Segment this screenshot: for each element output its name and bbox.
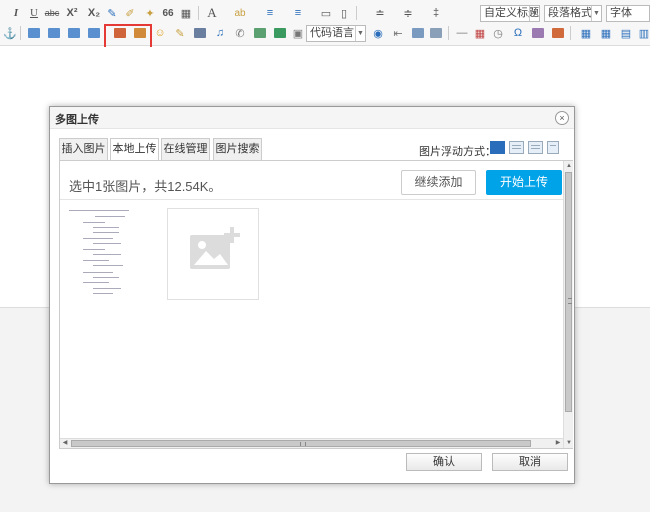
toolbar-row-2: ⚓ ☺ ✎ ♫ ✆ ▣ 代码语言 ▼ ◉ ⇤ — ▦ ◷ Ω ▦ ▦ ▤ ▥ <box>0 23 650 45</box>
format-painter-icon[interactable]: ✐ <box>122 5 138 21</box>
toolbar-row-1: I U abc X² X₂ ✎ ✐ ✦ 66 ▦ A ab ≡ ≡ ▭ ▯ ≐ … <box>0 3 650 25</box>
row-spacing-top-icon[interactable]: ≐ <box>372 5 388 21</box>
scroll-down-icon[interactable]: ▼ <box>564 438 574 448</box>
blockquote-icon[interactable]: 66 <box>160 5 176 21</box>
autotypeset-icon[interactable]: ✦ <box>142 5 158 21</box>
emotion-icon[interactable]: ☺ <box>152 25 168 41</box>
float-center-icon[interactable] <box>547 141 559 154</box>
insert-frame-icon[interactable]: ▣ <box>290 25 306 41</box>
underline-icon[interactable]: U <box>26 5 42 21</box>
toolbar-separator <box>20 26 21 40</box>
tab-image-search[interactable]: 图片搜索 <box>213 138 262 161</box>
float-left-icon[interactable] <box>509 141 524 154</box>
chevron-down-icon: ▼ <box>529 6 539 21</box>
superscript-icon[interactable]: X² <box>64 5 80 21</box>
music-icon[interactable]: ♫ <box>212 25 228 41</box>
gmap-icon[interactable] <box>272 25 288 41</box>
image-none-icon[interactable] <box>26 25 42 41</box>
webapp-icon[interactable]: ◉ <box>370 25 386 41</box>
attachment-icon[interactable]: ✆ <box>232 25 248 41</box>
unordered-list-icon[interactable]: ≡ <box>290 5 306 21</box>
scrawl-icon[interactable]: ✎ <box>172 25 188 41</box>
font-family-select-label: 字体 <box>610 7 632 19</box>
map-icon[interactable] <box>252 25 268 41</box>
clear-doc-icon[interactable]: ▯ <box>336 5 352 21</box>
code-language-select-label: 代码语言 <box>310 27 354 39</box>
insert-video-icon[interactable] <box>192 25 208 41</box>
toolbar-separator <box>570 26 571 40</box>
image-center-icon[interactable] <box>86 25 102 41</box>
font-family-select[interactable]: 字体 <box>606 5 650 22</box>
start-upload-button[interactable]: 开始上传 <box>486 170 562 195</box>
upload-status-bar: 选中1张图片，共12.54K。 继续添加 开始上传 <box>60 161 563 200</box>
float-none-icon[interactable] <box>490 141 505 154</box>
template-icon[interactable] <box>410 25 426 41</box>
anchor-icon[interactable]: ⚓ <box>2 25 18 41</box>
paragraph-format-select-label: 段落格式 <box>548 7 592 19</box>
ordered-list-icon[interactable]: ≡ <box>262 5 278 21</box>
line-height-icon[interactable]: ‡ <box>428 5 444 21</box>
subscript-icon[interactable]: X₂ <box>86 5 102 21</box>
add-image-placeholder[interactable] <box>167 208 259 300</box>
vertical-scrollbar[interactable]: ▲ ▼ <box>563 161 573 448</box>
float-mode-label: 图片浮动方式： <box>419 146 496 158</box>
upload-panel: 选中1张图片，共12.54K。 继续添加 开始上传 ▲ ▼ ◀ ▶ <box>59 160 573 449</box>
cancel-button[interactable]: 取消 <box>492 453 568 471</box>
scroll-right-icon[interactable]: ▶ <box>553 439 563 448</box>
font-color-icon[interactable]: A <box>204 5 220 21</box>
chevron-down-icon: ▼ <box>591 6 601 21</box>
code-language-select[interactable]: 代码语言 ▼ <box>306 25 366 42</box>
image-left-icon[interactable] <box>46 25 62 41</box>
image-right-icon[interactable] <box>66 25 82 41</box>
tab-insert-image[interactable]: 插入图片 <box>59 138 108 161</box>
strikethrough-icon[interactable]: abc <box>44 5 60 21</box>
vertical-scroll-thumb[interactable] <box>565 172 572 412</box>
select-all-icon[interactable]: ▭ <box>318 5 334 21</box>
scroll-left-icon[interactable]: ◀ <box>60 439 70 448</box>
continue-add-button[interactable]: 继续添加 <box>401 170 476 195</box>
upload-status-text: 选中1张图片，共12.54K。 <box>69 179 222 194</box>
toolbar-separator <box>356 6 357 20</box>
background-icon[interactable] <box>428 25 444 41</box>
pagebreak-icon[interactable]: ⇤ <box>390 25 406 41</box>
float-right-icon[interactable] <box>528 141 543 154</box>
add-image-icon <box>190 227 240 269</box>
paragraph-format-select[interactable]: 段落格式 ▼ <box>544 5 602 22</box>
eraser-icon[interactable]: ✎ <box>104 5 120 21</box>
toolbar-separator <box>448 26 449 40</box>
highlight-color-icon[interactable]: ab <box>232 5 248 21</box>
dialog-header[interactable]: 多图上传 × <box>50 107 574 129</box>
chevron-down-icon: ▼ <box>355 26 365 41</box>
tab-online-manage[interactable]: 在线管理 <box>161 138 210 161</box>
date-icon[interactable]: ▦ <box>472 25 488 41</box>
wordimage-icon[interactable] <box>530 25 546 41</box>
special-chars-icon[interactable]: Ω <box>510 25 526 41</box>
insert-row-icon[interactable]: ▥ <box>636 25 650 41</box>
italic-icon[interactable]: I <box>8 5 24 21</box>
horizontal-rule-icon[interactable]: — <box>454 25 470 41</box>
delete-table-icon[interactable]: ▦ <box>598 25 614 41</box>
horizontal-scrollbar[interactable]: ◀ ▶ <box>60 438 563 448</box>
image-thumbnail[interactable] <box>69 208 165 303</box>
preview-icon[interactable] <box>550 25 566 41</box>
time-icon[interactable]: ◷ <box>490 25 506 41</box>
confirm-button[interactable]: 确认 <box>406 453 482 471</box>
insert-paragraph-before-table-icon[interactable]: ▤ <box>618 25 634 41</box>
tab-local-upload[interactable]: 本地上传 <box>110 138 159 161</box>
custom-title-select[interactable]: 自定义标题 ▼ <box>480 5 540 22</box>
scroll-up-icon[interactable]: ▲ <box>564 161 574 171</box>
multi-image-upload-dialog: 多图上传 × 插入图片 本地上传 在线管理 图片搜索 图片浮动方式： 选中1张图… <box>49 106 575 484</box>
horizontal-scroll-thumb[interactable] <box>71 440 531 447</box>
row-spacing-bottom-icon[interactable]: ≑ <box>400 5 416 21</box>
toolbar-separator <box>198 6 199 20</box>
dialog-title: 多图上传 <box>55 114 99 126</box>
editor-toolbar: I U abc X² X₂ ✎ ✐ ✦ 66 ▦ A ab ≡ ≡ ▭ ▯ ≐ … <box>0 0 650 46</box>
insert-table-icon[interactable]: ▦ <box>578 25 594 41</box>
paste-plain-icon[interactable]: ▦ <box>178 5 194 21</box>
close-icon[interactable]: × <box>555 111 569 125</box>
